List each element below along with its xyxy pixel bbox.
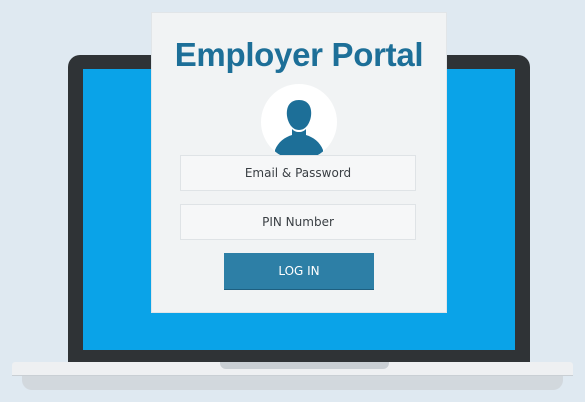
laptop-base [12, 362, 573, 376]
login-card: Employer Portal Email & Password PIN Num… [152, 13, 446, 312]
login-button[interactable]: LOG IN [224, 253, 374, 289]
email-password-field[interactable]: Email & Password [180, 155, 416, 191]
portal-title: Employer Portal [174, 36, 424, 73]
user-avatar [261, 84, 337, 160]
user-silhouette-icon [275, 100, 323, 160]
laptop-foot [22, 376, 563, 390]
pin-number-field[interactable]: PIN Number [180, 204, 416, 240]
laptop-notch [220, 362, 389, 369]
